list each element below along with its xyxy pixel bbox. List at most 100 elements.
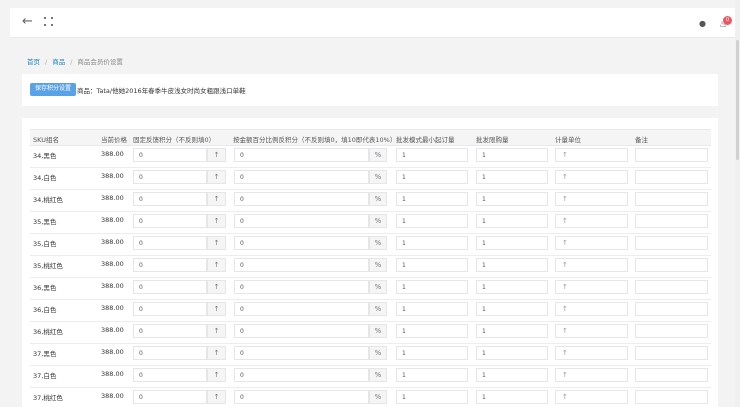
product-prefix: 商品： [77,87,97,95]
sku-name: 34,白色 [33,174,57,182]
purchase-limit-input[interactable]: 1 [476,192,548,206]
current-price: 388.00 [101,282,124,290]
percent-points-input[interactable]: 0 [234,170,369,184]
min-order-input[interactable]: 1 [396,148,468,162]
percent-addon: % [369,258,387,272]
page-scrollbar[interactable] [735,0,740,407]
remark-input[interactable] [635,148,708,162]
percent-points-input[interactable]: 0 [234,302,369,316]
remark-input[interactable] [635,236,708,250]
unit-select[interactable]: ↑ [555,368,628,382]
min-order-input[interactable]: 1 [396,390,468,404]
product-label: 商品：Tata/他她2016年春季牛皮浅女时尚女粗跟浅口单鞋 [77,85,246,95]
arrow-up-icon: ↑ [207,192,226,206]
purchase-limit-input[interactable]: 1 [476,170,548,184]
min-order-input[interactable]: 1 [396,302,468,316]
percent-addon: % [369,390,387,404]
unit-select[interactable]: ↑ [555,192,628,206]
purchase-limit-input[interactable]: 1 [476,368,548,382]
sku-name: 36,黑色 [33,284,57,292]
breadcrumb-home-link[interactable]: 首页 [27,58,40,66]
percent-points-input[interactable]: 0 [234,214,369,228]
percent-points-input[interactable]: 0 [234,368,369,382]
fixed-points-input[interactable]: 0 [133,236,207,250]
arrow-up-icon: ↑ [562,173,568,181]
product-name: Tata/他她2016年春季牛皮浅女时尚女粗跟浅口单鞋 [96,87,246,95]
remark-input[interactable] [635,302,708,316]
purchase-limit-input[interactable]: 1 [476,346,548,360]
percent-points-input[interactable]: 0 [234,390,369,404]
fullscreen-icon[interactable] [44,17,53,26]
arrow-up-icon: ↑ [562,151,568,159]
unit-select[interactable]: ↑ [555,324,628,338]
notification-button[interactable]: ♨ 0 [718,16,732,32]
purchase-limit-input[interactable]: 1 [476,302,548,316]
unit-select[interactable]: ↑ [555,280,628,294]
purchase-limit-input[interactable]: 1 [476,258,548,272]
sku-price-table: SKU组名 当前价格 固定反馈积分（不反则填0） 按金额百分比例反积分（不反则填… [22,118,718,407]
purchase-limit-input[interactable]: 1 [476,280,548,294]
percent-points-input[interactable]: 0 [234,192,369,206]
fixed-points-input[interactable]: 0 [133,346,207,360]
min-order-input[interactable]: 1 [396,192,468,206]
user-icon[interactable]: ● [699,19,706,28]
remark-input[interactable] [635,368,708,382]
arrow-up-icon: ↑ [562,393,568,401]
unit-select[interactable]: ↑ [555,148,628,162]
min-order-input[interactable]: 1 [396,324,468,338]
save-points-button[interactable]: 保存积分设置 [30,83,77,96]
remark-input[interactable] [635,280,708,294]
unit-select[interactable]: ↑ [555,170,628,184]
unit-select[interactable]: ↑ [555,302,628,316]
purchase-limit-input[interactable]: 1 [476,236,548,250]
fixed-points-input[interactable]: 0 [133,170,207,184]
min-order-input[interactable]: 1 [396,368,468,382]
purchase-limit-input[interactable]: 1 [476,390,548,404]
fixed-points-input[interactable]: 0 [133,148,207,162]
current-price: 388.00 [101,392,124,400]
percent-points-input[interactable]: 0 [234,346,369,360]
column-header-percent-points: 按金额百分比例反积分（不反则填0，填10即代表10%） [233,136,397,144]
back-arrow-icon[interactable]: ← [22,15,33,29]
remark-input[interactable] [635,214,708,228]
remark-input[interactable] [635,324,708,338]
min-order-input[interactable]: 1 [396,346,468,360]
percent-addon: % [369,346,387,360]
breadcrumb-products-link[interactable]: 商品 [52,58,65,66]
unit-select[interactable]: ↑ [555,236,628,250]
remark-input[interactable] [635,258,708,272]
remark-input[interactable] [635,170,708,184]
current-price: 388.00 [101,172,124,180]
min-order-input[interactable]: 1 [396,170,468,184]
purchase-limit-input[interactable]: 1 [476,324,548,338]
percent-points-input[interactable]: 0 [234,324,369,338]
percent-points-input[interactable]: 0 [234,148,369,162]
remark-input[interactable] [635,390,708,404]
min-order-input[interactable]: 1 [396,214,468,228]
fixed-points-input[interactable]: 0 [133,258,207,272]
fixed-points-input[interactable]: 0 [133,280,207,294]
fixed-points-input[interactable]: 0 [133,302,207,316]
min-order-input[interactable]: 1 [396,280,468,294]
fixed-points-input[interactable]: 0 [133,214,207,228]
fixed-points-input[interactable]: 0 [133,324,207,338]
remark-input[interactable] [635,192,708,206]
unit-select[interactable]: ↑ [555,214,628,228]
fixed-points-input[interactable]: 0 [133,390,207,404]
percent-points-input[interactable]: 0 [234,236,369,250]
fixed-points-input[interactable]: 0 [133,368,207,382]
percent-addon: % [369,368,387,382]
unit-select[interactable]: ↑ [555,346,628,360]
purchase-limit-input[interactable]: 1 [476,148,548,162]
purchase-limit-input[interactable]: 1 [476,214,548,228]
fixed-points-input[interactable]: 0 [133,192,207,206]
sku-name: 35,桃红色 [33,262,63,270]
unit-select[interactable]: ↑ [555,390,628,404]
scrollbar-thumb[interactable] [736,40,739,160]
min-order-input[interactable]: 1 [396,236,468,250]
remark-input[interactable] [635,346,708,360]
unit-select[interactable]: ↑ [555,258,628,272]
percent-points-input[interactable]: 0 [234,258,369,272]
percent-points-input[interactable]: 0 [234,280,369,294]
min-order-input[interactable]: 1 [396,258,468,272]
